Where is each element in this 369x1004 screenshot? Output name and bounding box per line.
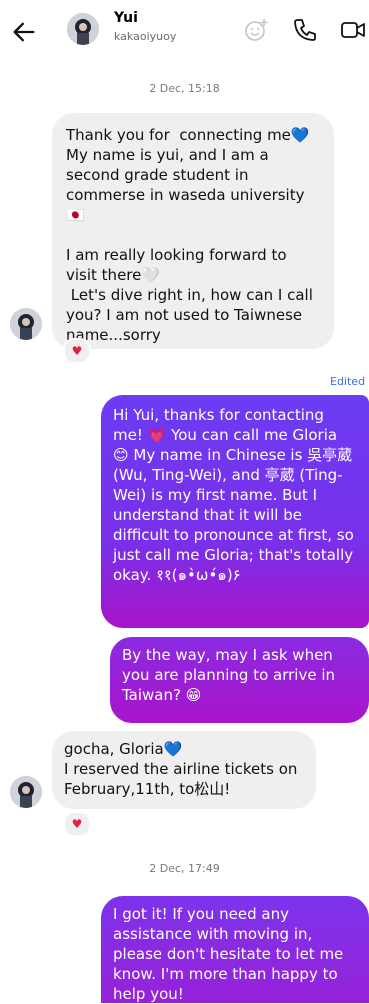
avatar-image [10, 776, 42, 808]
outgoing-message[interactable]: Hi Yui, thanks for contacting me! 💗 You … [101, 395, 369, 628]
outgoing-message[interactable]: By the way, may I ask when you are plann… [110, 637, 369, 723]
incoming-message[interactable]: gocha, Gloria💙 I reserved the airline ti… [52, 731, 316, 809]
avatar[interactable] [10, 308, 42, 340]
back-arrow-icon[interactable] [10, 18, 38, 46]
heart-reaction[interactable]: ♥ [63, 338, 91, 364]
contact-username[interactable]: kakaoiyuoy [114, 30, 176, 43]
heart-icon: ♥ [71, 344, 83, 358]
heart-icon: ♥ [71, 817, 83, 831]
contact-name[interactable]: Yui [114, 10, 138, 26]
incoming-message[interactable]: Thank you for connecting me💙 My name is … [52, 113, 334, 349]
add-emoji-icon[interactable] [244, 17, 270, 43]
avatar-image [67, 13, 99, 45]
heart-reaction[interactable]: ♥ [63, 811, 91, 837]
avatar-image [10, 308, 42, 340]
phone-icon[interactable] [292, 17, 318, 43]
video-call-icon[interactable] [340, 17, 366, 43]
timestamp: 2 Dec, 15:18 [149, 82, 220, 95]
avatar[interactable] [67, 13, 99, 45]
timestamp: 2 Dec, 17:49 [149, 862, 220, 875]
avatar[interactable] [10, 776, 42, 808]
edited-label: Edited [330, 375, 366, 388]
chat-header: Yui kakaoiyuoy [0, 0, 369, 66]
